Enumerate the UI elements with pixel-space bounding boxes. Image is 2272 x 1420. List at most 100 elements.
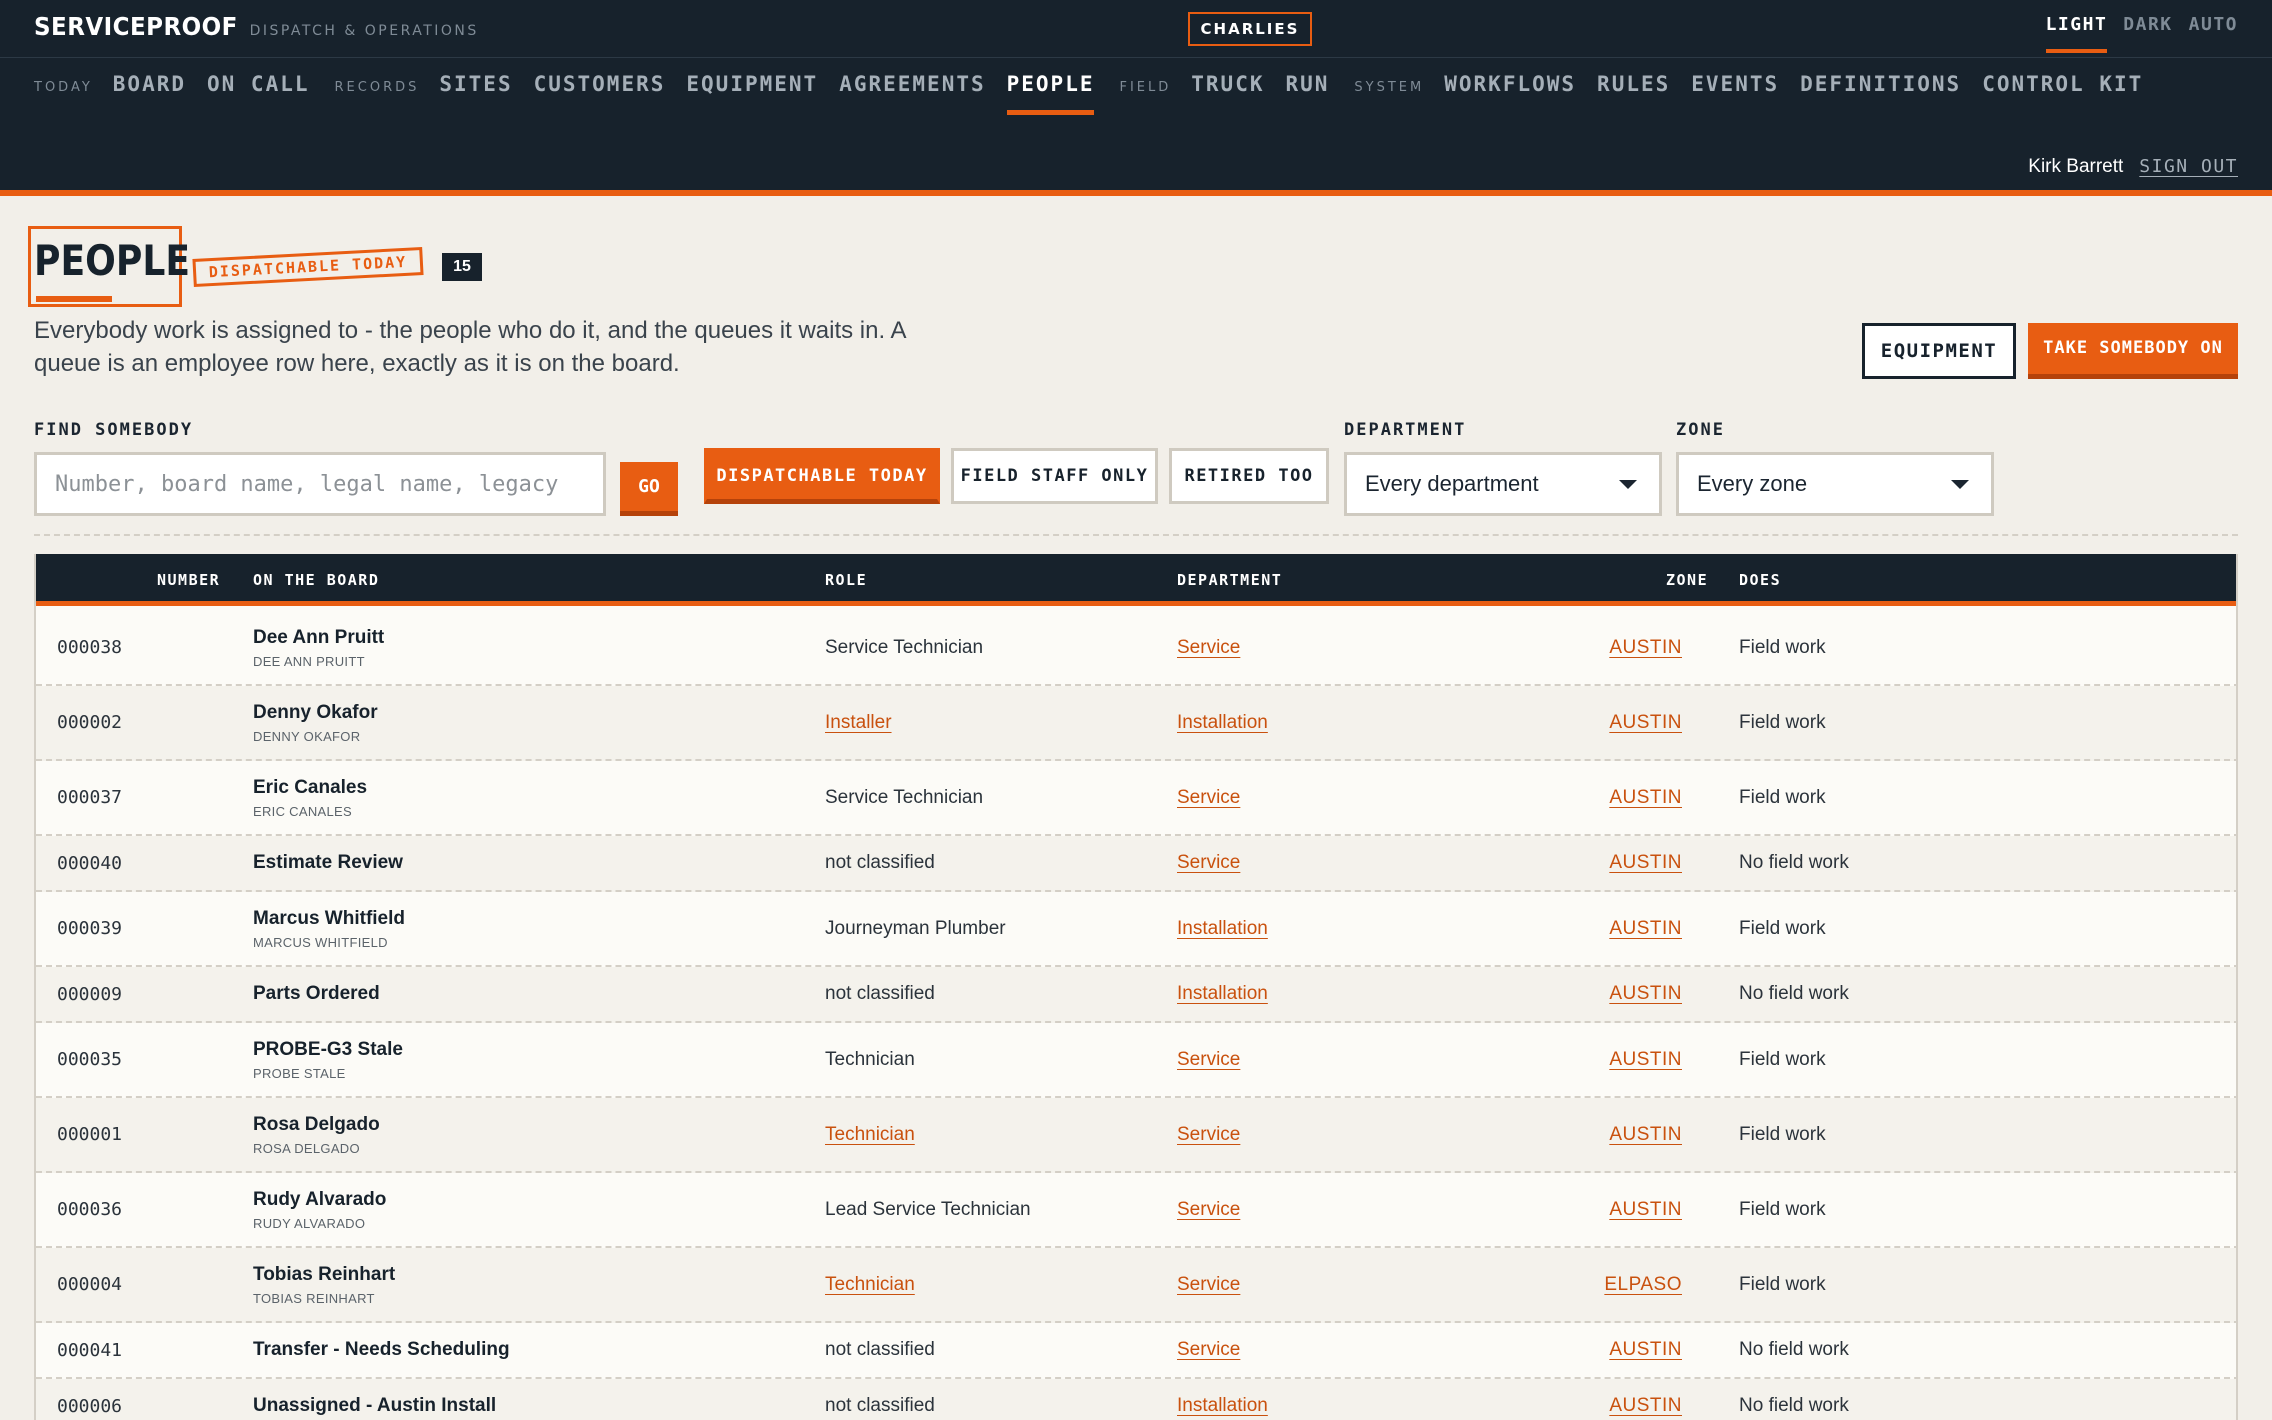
- zone-link[interactable]: AUSTIN: [1609, 918, 1682, 940]
- department-link[interactable]: Service: [1177, 852, 1240, 874]
- tenant-badge[interactable]: CHARLIES: [1188, 12, 1312, 46]
- nav-item-people[interactable]: PEOPLE: [1006, 72, 1095, 115]
- chip-dispatchable-today[interactable]: DISPATCHABLE TODAY: [704, 448, 940, 504]
- role-link[interactable]: Installer: [825, 712, 892, 734]
- board-name-link[interactable]: Rudy Alvarado: [253, 1189, 386, 1211]
- zone-link[interactable]: ELPASO: [1604, 1274, 1682, 1296]
- board-name-link[interactable]: Tobias Reinhart: [253, 1264, 395, 1286]
- nav-item-rules[interactable]: RULES: [1597, 72, 1670, 110]
- col-number[interactable]: NUMBER: [157, 571, 220, 589]
- board-name-link[interactable]: Denny Okafor: [253, 702, 378, 724]
- cell-on-the-board: Rudy Alvarado RUDY ALVARADO: [253, 1173, 386, 1246]
- zone-link[interactable]: AUSTIN: [1609, 1339, 1682, 1361]
- table-row[interactable]: 000004 Tobias Reinhart TOBIAS REINHART Tech…: [36, 1248, 2236, 1323]
- board-name-link[interactable]: Dee Ann Pruitt: [253, 627, 384, 649]
- board-name-link[interactable]: Marcus Whitfield: [253, 908, 405, 930]
- department-link[interactable]: Service: [1177, 787, 1240, 809]
- nav-item-control-kit[interactable]: CONTROL KIT: [1982, 72, 2143, 110]
- zone-link[interactable]: AUSTIN: [1609, 1049, 1682, 1071]
- board-name-link[interactable]: Unassigned - Austin Install: [253, 1395, 496, 1417]
- brand[interactable]: SERVICEPROOF DISPATCH & OPERATIONS: [34, 12, 479, 41]
- table-row[interactable]: 000039 Marcus Whitfield MARCUS WHITFIELD Jo…: [36, 892, 2236, 967]
- cell-does: Field work: [1739, 761, 1826, 834]
- department-link[interactable]: Installation: [1177, 1395, 1268, 1417]
- theme-auto[interactable]: AUTO: [2189, 14, 2238, 53]
- table-row[interactable]: 000006 Unassigned - Austin Install not cla…: [36, 1379, 2236, 1420]
- board-name-link[interactable]: Parts Ordered: [253, 983, 380, 1005]
- cell-department: Installation: [1177, 967, 1268, 1021]
- nav-item-equipment[interactable]: EQUIPMENT: [686, 72, 818, 110]
- theme-dark[interactable]: DARK: [2123, 14, 2172, 53]
- nav-item-definitions[interactable]: DEFINITIONS: [1800, 72, 1961, 110]
- nav-item-customers[interactable]: CUSTOMERS: [534, 72, 666, 110]
- zone-link[interactable]: AUSTIN: [1609, 1199, 1682, 1221]
- table-row[interactable]: 000040 Estimate Review not classified Servi…: [36, 836, 2236, 892]
- table-row[interactable]: 000036 Rudy Alvarado RUDY ALVARADO Lead Ser…: [36, 1173, 2236, 1248]
- zone-link[interactable]: AUSTIN: [1609, 1124, 1682, 1146]
- table-row[interactable]: 000002 Denny Okafor DENNY OKAFOR Installer I…: [36, 686, 2236, 761]
- chevron-down-icon: [1619, 480, 1637, 489]
- department-link[interactable]: Service: [1177, 637, 1240, 659]
- chip-retired-too[interactable]: RETIRED TOO: [1169, 448, 1329, 504]
- col-on-the-board[interactable]: ON THE BOARD: [253, 571, 379, 589]
- col-department[interactable]: DEPARTMENT: [1177, 571, 1282, 589]
- zone-select[interactable]: Every zone: [1676, 452, 1994, 516]
- department-link[interactable]: Service: [1177, 1124, 1240, 1146]
- theme-light[interactable]: LIGHT: [2045, 14, 2108, 53]
- does-text: No field work: [1739, 1339, 1849, 1360]
- department-link[interactable]: Service: [1177, 1049, 1240, 1071]
- chip-field-staff-only[interactable]: FIELD STAFF ONLY: [951, 448, 1158, 504]
- equipment-button[interactable]: EQUIPMENT: [1862, 323, 2016, 379]
- table-row[interactable]: 000035 PROBE-G3 Stale PROBE STALE Technicia…: [36, 1023, 2236, 1098]
- go-button[interactable]: GO: [620, 462, 678, 516]
- zone-link[interactable]: AUSTIN: [1609, 712, 1682, 734]
- role-link[interactable]: Technician: [825, 1274, 915, 1296]
- zone-link[interactable]: AUSTIN: [1609, 1395, 1682, 1417]
- cell-role: Installer: [825, 686, 892, 759]
- nav-item-truck[interactable]: TRUCK: [1191, 72, 1264, 110]
- nav-item-workflows[interactable]: WORKFLOWS: [1444, 72, 1576, 110]
- col-zone[interactable]: ZONE: [1666, 571, 1708, 589]
- department-link[interactable]: Installation: [1177, 712, 1268, 734]
- sign-out-link[interactable]: SIGN OUT: [2139, 156, 2238, 177]
- department-link[interactable]: Service: [1177, 1274, 1240, 1296]
- employee-number: 000009: [57, 983, 123, 1005]
- board-name-link[interactable]: Estimate Review: [253, 852, 403, 874]
- department-link[interactable]: Service: [1177, 1339, 1240, 1361]
- department-link[interactable]: Service: [1177, 1199, 1240, 1221]
- zone-link[interactable]: AUSTIN: [1609, 983, 1682, 1005]
- find-label: FIND SOMEBODY: [34, 420, 194, 440]
- cell-number: 000004: [57, 1248, 122, 1321]
- board-name-link[interactable]: PROBE-G3 Stale: [253, 1039, 403, 1061]
- table-row[interactable]: 000001 Rosa Delgado ROSA DELGADO Technician…: [36, 1098, 2236, 1173]
- nav-item-run[interactable]: RUN: [1285, 72, 1329, 110]
- nav-item-on-call[interactable]: ON CALL: [207, 72, 310, 110]
- page-title: PEOPLE: [34, 236, 191, 285]
- board-name-link[interactable]: Rosa Delgado: [253, 1114, 380, 1136]
- board-name-link[interactable]: Transfer - Needs Scheduling: [253, 1339, 510, 1361]
- take-somebody-on-button[interactable]: TAKE SOMEBODY ON: [2028, 323, 2238, 379]
- col-role[interactable]: ROLE: [825, 571, 867, 589]
- brand-name: SERVICEPROOF: [34, 12, 238, 41]
- department-select[interactable]: Every department: [1344, 452, 1662, 516]
- legal-name: DEE ANN PRUITT: [253, 653, 365, 669]
- role-link[interactable]: Technician: [825, 1124, 915, 1146]
- col-does[interactable]: DOES: [1739, 571, 1781, 589]
- department-link[interactable]: Installation: [1177, 983, 1268, 1005]
- role-text: Journeyman Plumber: [825, 917, 1006, 939]
- search-input[interactable]: [34, 452, 606, 516]
- board-name-link[interactable]: Eric Canales: [253, 777, 367, 799]
- table-row[interactable]: 000041 Transfer - Needs Scheduling not cla…: [36, 1323, 2236, 1379]
- department-link[interactable]: Installation: [1177, 918, 1268, 940]
- nav-item-agreements[interactable]: AGREEMENTS: [839, 72, 985, 110]
- zone-link[interactable]: AUSTIN: [1609, 787, 1682, 809]
- nav-item-events[interactable]: EVENTS: [1691, 72, 1779, 110]
- nav-item-sites[interactable]: SITES: [439, 72, 512, 110]
- zone-link[interactable]: AUSTIN: [1609, 852, 1682, 874]
- nav-item-board[interactable]: BOARD: [113, 72, 186, 110]
- zone-link[interactable]: AUSTIN: [1609, 637, 1682, 659]
- table-row[interactable]: 000038 Dee Ann Pruitt DEE ANN PRUITT Servic…: [36, 611, 2236, 686]
- table-row[interactable]: 000037 Eric Canales ERIC CANALES Service Te…: [36, 761, 2236, 836]
- table-row[interactable]: 000009 Parts Ordered not classified Install…: [36, 967, 2236, 1023]
- cell-role: not classified: [825, 1379, 935, 1420]
